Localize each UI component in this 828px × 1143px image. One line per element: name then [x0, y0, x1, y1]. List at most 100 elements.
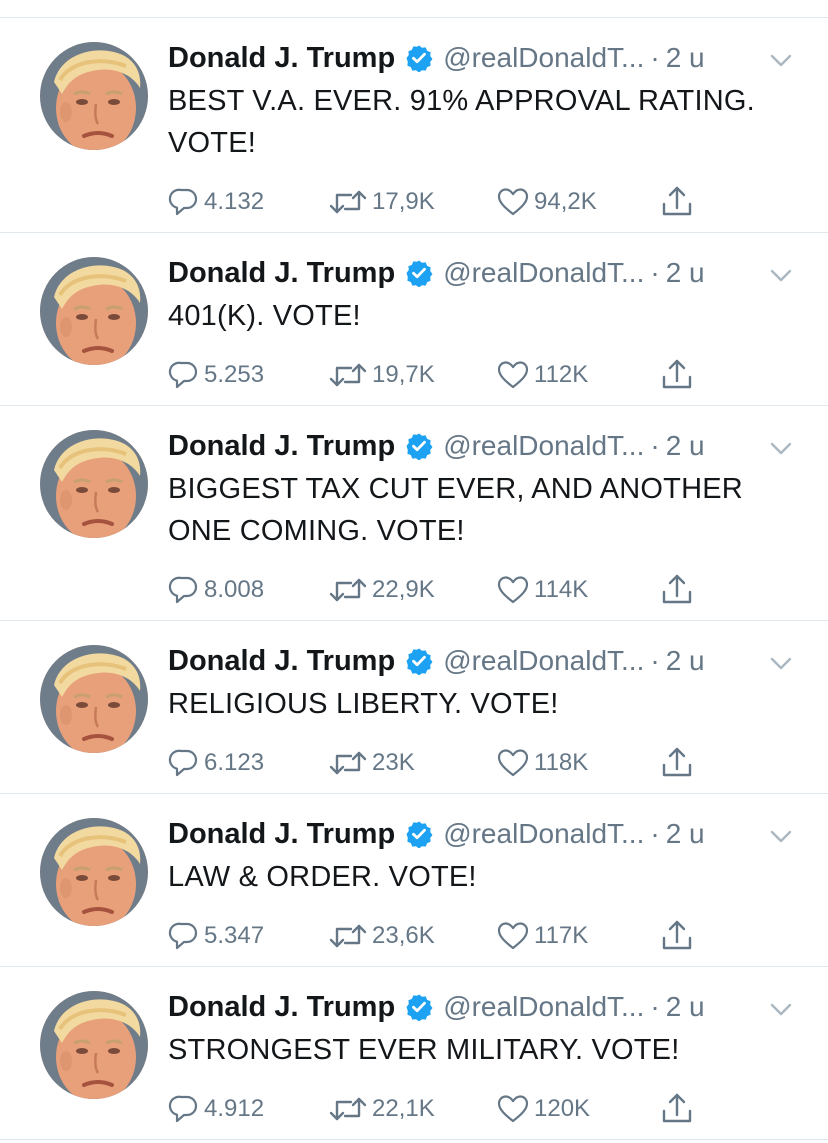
author-name[interactable]: Donald J. Trump	[168, 818, 395, 851]
share-icon	[660, 746, 694, 780]
chevron-down-icon[interactable]	[770, 657, 792, 671]
verified-badge-icon	[405, 647, 433, 676]
author-handle[interactable]: @realDonaldT...	[443, 645, 644, 677]
retweet-button[interactable]: 19,7K	[328, 359, 496, 391]
share-icon	[660, 573, 694, 607]
tweet[interactable]: Donald J. Trump @realDonaldT... · 2 u BI…	[0, 406, 828, 621]
tweet-actions: 6.123 23K 118K	[168, 743, 804, 783]
author-handle[interactable]: @realDonaldT...	[443, 430, 644, 462]
retweet-button[interactable]: 17,9K	[328, 186, 496, 218]
reply-button[interactable]: 6.123	[168, 747, 328, 779]
verified-badge-icon	[405, 820, 433, 849]
retweet-button[interactable]: 23K	[328, 747, 496, 779]
reply-icon	[168, 1093, 200, 1125]
chevron-down-icon[interactable]	[770, 269, 792, 283]
retweet-button[interactable]: 22,1K	[328, 1093, 496, 1125]
author-name[interactable]: Donald J. Trump	[168, 645, 395, 678]
separator-dot: ·	[650, 991, 660, 1022]
reply-button[interactable]: 4.912	[168, 1093, 328, 1125]
like-button[interactable]: 94,2K	[496, 186, 660, 218]
reply-count: 6.123	[204, 749, 265, 776]
author-handle[interactable]: @realDonaldT...	[443, 42, 644, 74]
reply-button[interactable]: 5.347	[168, 920, 328, 952]
timestamp[interactable]: 2 u	[666, 430, 705, 462]
share-button[interactable]	[660, 185, 700, 219]
like-button[interactable]: 112K	[496, 359, 660, 391]
separator-dot: ·	[650, 430, 660, 461]
share-button[interactable]	[660, 358, 700, 392]
chevron-down-icon[interactable]	[770, 442, 792, 456]
chevron-down-icon[interactable]	[770, 830, 792, 844]
avatar[interactable]	[40, 645, 148, 753]
share-icon	[660, 358, 694, 392]
avatar[interactable]	[40, 42, 148, 150]
separator-dot: ·	[650, 257, 660, 288]
retweet-button[interactable]: 22,9K	[328, 574, 496, 606]
verified-badge-icon	[405, 432, 433, 461]
like-button[interactable]: 114K	[496, 574, 660, 606]
retweet-icon	[328, 747, 368, 779]
tweet-text: BEST V.A. EVER. 91% APPROVAL RATING. VOT…	[168, 85, 755, 159]
timestamp[interactable]: 2 u	[666, 645, 705, 677]
tweet-text: BIGGEST TAX CUT EVER, AND ANOTHER ONE CO…	[168, 473, 743, 547]
tweet[interactable]: Donald J. Trump @realDonaldT... · 2 u RE…	[0, 621, 828, 794]
reply-icon	[168, 574, 200, 606]
tweet-actions: 4.912 22,1K 120K	[168, 1089, 804, 1129]
share-button[interactable]	[660, 746, 700, 780]
like-button[interactable]: 120K	[496, 1093, 660, 1125]
chevron-down-icon[interactable]	[770, 1003, 792, 1017]
reply-button[interactable]: 8.008	[168, 574, 328, 606]
heart-icon	[496, 359, 530, 391]
like-button[interactable]: 117K	[496, 920, 660, 952]
retweet-button[interactable]: 23,6K	[328, 920, 496, 952]
reply-button[interactable]: 5.253	[168, 359, 328, 391]
share-button[interactable]	[660, 919, 700, 953]
author-handle[interactable]: @realDonaldT...	[443, 257, 644, 289]
chevron-down-icon[interactable]	[770, 54, 792, 68]
tweet[interactable]: Donald J. Trump @realDonaldT... · 2 u ST…	[0, 967, 828, 1140]
avatar[interactable]	[40, 991, 148, 1099]
timestamp[interactable]: 2 u	[666, 818, 705, 850]
avatar[interactable]	[40, 818, 148, 926]
share-button[interactable]	[660, 1092, 700, 1126]
share-icon	[660, 1092, 694, 1126]
avatar[interactable]	[40, 257, 148, 365]
retweet-count: 22,9K	[372, 576, 435, 603]
timestamp[interactable]: 2 u	[666, 42, 705, 74]
author-name[interactable]: Donald J. Trump	[168, 42, 395, 75]
author-name[interactable]: Donald J. Trump	[168, 991, 395, 1024]
tweet[interactable]: Donald J. Trump @realDonaldT... · 2 u LA…	[0, 794, 828, 967]
tweet[interactable]: Donald J. Trump @realDonaldT... · 2 u 40…	[0, 233, 828, 406]
like-count: 114K	[534, 576, 589, 603]
retweet-icon	[328, 359, 368, 391]
like-count: 112K	[534, 361, 589, 388]
reply-count: 5.347	[204, 922, 265, 949]
author-handle[interactable]: @realDonaldT...	[443, 818, 644, 850]
avatar[interactable]	[40, 430, 148, 538]
heart-icon	[496, 574, 530, 606]
tweet-text: RELIGIOUS LIBERTY. VOTE!	[168, 688, 559, 720]
retweet-count: 23K	[372, 749, 415, 776]
timestamp[interactable]: 2 u	[666, 257, 705, 289]
reply-icon	[168, 359, 200, 391]
retweet-icon	[328, 920, 368, 952]
share-button[interactable]	[660, 573, 700, 607]
separator-dot: ·	[650, 818, 660, 849]
tweet-actions: 4.132 17,9K 94,2K	[168, 182, 804, 222]
author-name[interactable]: Donald J. Trump	[168, 257, 395, 290]
verified-badge-icon	[405, 259, 433, 288]
tweet-timeline: Donald J. Trump @realDonaldT... · 2 u BE…	[0, 18, 828, 1140]
tweet-text: STRONGEST EVER MILITARY. VOTE!	[168, 1034, 680, 1066]
tweet-header: Donald J. Trump @realDonaldT... · 2 u	[168, 641, 804, 681]
retweet-icon	[328, 186, 368, 218]
retweet-count: 22,1K	[372, 1095, 435, 1122]
reply-icon	[168, 920, 200, 952]
reply-button[interactable]: 4.132	[168, 186, 328, 218]
author-handle[interactable]: @realDonaldT...	[443, 991, 644, 1023]
like-button[interactable]: 118K	[496, 747, 660, 779]
verified-badge-icon	[405, 44, 433, 73]
author-name[interactable]: Donald J. Trump	[168, 430, 395, 463]
tweet[interactable]: Donald J. Trump @realDonaldT... · 2 u BE…	[0, 18, 828, 233]
timestamp[interactable]: 2 u	[666, 991, 705, 1023]
reply-icon	[168, 186, 200, 218]
